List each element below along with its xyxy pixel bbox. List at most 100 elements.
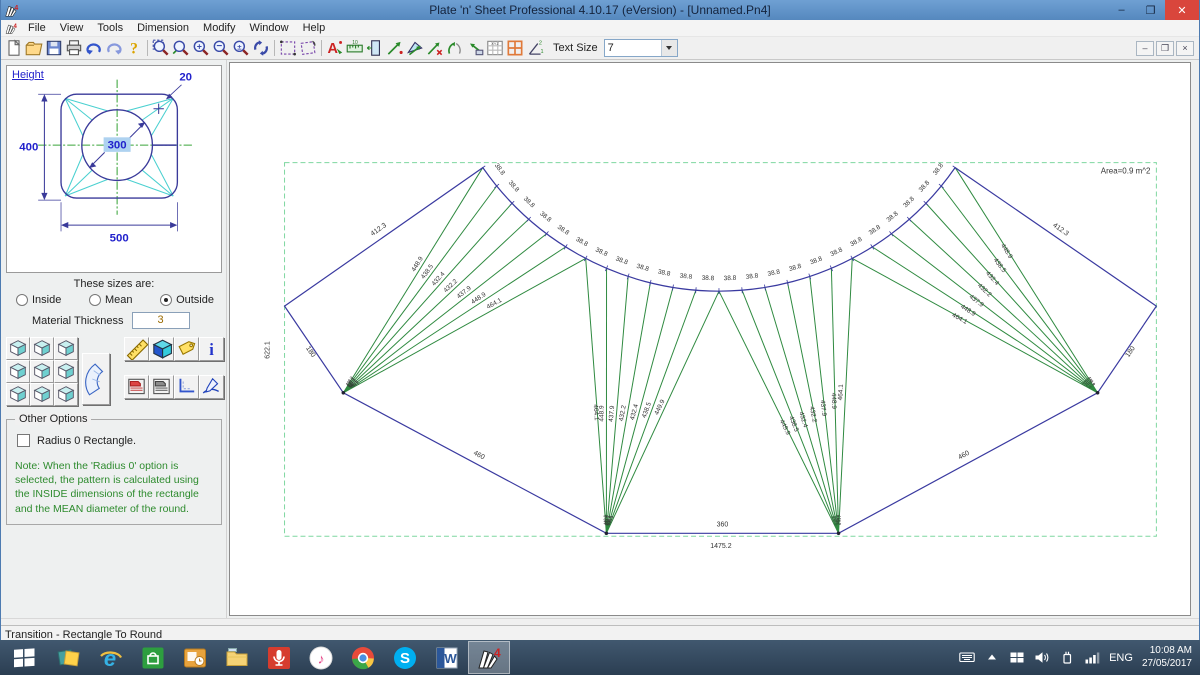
height-link[interactable]: Height: [12, 69, 44, 81]
view-iso-3-button[interactable]: [54, 337, 78, 360]
radio-outside[interactable]: Outside: [160, 294, 214, 306]
view-3d-button[interactable]: [149, 337, 174, 361]
print-pattern-button[interactable]: [124, 375, 149, 399]
label-tag-button[interactable]: [174, 337, 199, 361]
menu-window[interactable]: Window: [242, 21, 295, 35]
preview-dim-label: 500: [110, 233, 129, 245]
menu-view[interactable]: View: [53, 21, 91, 35]
taskbar-photos-button[interactable]: [48, 641, 90, 674]
information-button[interactable]: i: [199, 337, 224, 361]
dimension-point-button[interactable]: [385, 38, 405, 58]
taskbar-voice-recorder-button[interactable]: [258, 641, 300, 674]
view-iso-7-button[interactable]: [6, 383, 30, 406]
corner-detail-icon: [175, 376, 198, 398]
tray-language[interactable]: ENG: [1109, 652, 1133, 664]
select-window-button[interactable]: [278, 38, 298, 58]
open-file-button[interactable]: [24, 38, 44, 58]
dimension-label: 38.8: [701, 275, 714, 283]
taskbar-chrome-button[interactable]: [342, 641, 384, 674]
view-iso-6-button[interactable]: [54, 360, 78, 383]
zoom-window-button[interactable]: [151, 38, 171, 58]
zoom-previous-icon: [251, 38, 271, 58]
taskbar-windows-store-button[interactable]: [132, 641, 174, 674]
menu-app-icon[interactable]: 4: [4, 22, 18, 35]
zoom-scale-button[interactable]: ±: [231, 38, 251, 58]
radio-inside[interactable]: Inside: [16, 294, 61, 306]
view-iso-4-button[interactable]: [6, 360, 30, 383]
menu-help[interactable]: Help: [296, 21, 333, 35]
print-button[interactable]: [64, 38, 84, 58]
dimension-linear-button[interactable]: 10: [345, 38, 365, 58]
help-button[interactable]: ?: [124, 38, 144, 58]
view-iso-8-button[interactable]: [30, 383, 54, 406]
grid-toggle-button[interactable]: [505, 38, 525, 58]
view-iso-2-button[interactable]: [30, 337, 54, 360]
tray-network-icon[interactable]: [1084, 650, 1100, 665]
print-preview-button[interactable]: [149, 375, 174, 399]
pattern-development-view-button[interactable]: [82, 353, 110, 405]
taskbar-itunes-button[interactable]: ♪: [300, 641, 342, 674]
dimension-label: 38.8: [745, 272, 759, 281]
radio-mean[interactable]: Mean: [89, 294, 133, 306]
xyz-table-icon: XYZ: [485, 38, 505, 58]
menu-tools[interactable]: Tools: [90, 21, 130, 35]
taskbar-start-button[interactable]: [0, 641, 48, 674]
dimension-free-button[interactable]: [445, 38, 465, 58]
material-thickness-input[interactable]: 3: [132, 312, 190, 329]
tray-tray-expand-icon[interactable]: [984, 650, 1000, 665]
undo-button[interactable]: [84, 38, 104, 58]
taskbar-outlook-button[interactable]: [174, 641, 216, 674]
view-iso-1-button[interactable]: [6, 337, 30, 360]
svg-text:4: 4: [494, 646, 501, 660]
taskbar-word-button[interactable]: W: [426, 641, 468, 674]
print-pattern-icon: [125, 376, 148, 398]
menu-modify[interactable]: Modify: [196, 21, 242, 35]
dimension-surface-button[interactable]: [405, 38, 425, 58]
tray-date: 27/05/2017: [1142, 658, 1192, 671]
menu-file[interactable]: File: [21, 21, 53, 35]
taskbar-skype-button[interactable]: S: [384, 641, 426, 674]
view-iso-9-button[interactable]: [54, 383, 78, 406]
taskbar-file-explorer-button[interactable]: [216, 641, 258, 674]
mdi-restore-button[interactable]: ❐: [1156, 41, 1174, 56]
zoom-previous-button[interactable]: [251, 38, 271, 58]
menu-bar: 4FileViewToolsDimensionModifyWindowHelp: [1, 20, 1199, 37]
annotate-button[interactable]: [199, 375, 224, 399]
save-file-button[interactable]: [44, 38, 64, 58]
print-preview-icon: [150, 376, 173, 398]
mdi-close-button[interactable]: ×: [1176, 41, 1194, 56]
drawing-canvas[interactable]: 448.9448.9438.5438.5432.4432.4432.2432.2…: [229, 62, 1191, 616]
zoom-out-button[interactable]: −: [211, 38, 231, 58]
plate-n-sheet-icon: 4: [4, 22, 18, 35]
zoom-dynamic-button[interactable]: [171, 38, 191, 58]
dimension-side-button[interactable]: [365, 38, 385, 58]
tray-windows-icon[interactable]: [1009, 650, 1025, 665]
tray-volume-icon[interactable]: [1034, 650, 1050, 665]
close-button[interactable]: ✕: [1165, 0, 1199, 20]
tray-keyboard-icon[interactable]: [959, 650, 975, 665]
measure-button[interactable]: [124, 337, 149, 361]
angle-dimension-button[interactable]: 21: [525, 38, 545, 58]
windows-store-icon: [140, 645, 166, 671]
xyz-table-button[interactable]: XYZ: [485, 38, 505, 58]
taskbar-plate-n-sheet-button[interactable]: 4: [468, 641, 510, 674]
minimize-button[interactable]: –: [1107, 0, 1136, 20]
select-rotate-button[interactable]: [298, 38, 318, 58]
new-file-button[interactable]: [4, 38, 24, 58]
tray-power-icon[interactable]: [1059, 650, 1075, 665]
redo-button[interactable]: [104, 38, 124, 58]
view-iso-5-button[interactable]: [30, 360, 54, 383]
mdi-minimize-button[interactable]: –: [1136, 41, 1154, 56]
zoom-extents-button[interactable]: +: [191, 38, 211, 58]
radius0-checkbox[interactable]: [17, 434, 30, 447]
tray-clock[interactable]: 10:08 AM27/05/2017: [1142, 645, 1192, 670]
text-style-button[interactable]: A: [325, 38, 345, 58]
taskbar-internet-explorer-button[interactable]: e: [90, 641, 132, 674]
restore-button[interactable]: ❐: [1136, 0, 1165, 20]
corner-detail-button[interactable]: [174, 375, 199, 399]
text-size-dropdown[interactable]: 7: [604, 39, 678, 57]
dimension-leader-button[interactable]: [465, 38, 485, 58]
menu-dimension[interactable]: Dimension: [130, 21, 196, 35]
dimension-delete-button[interactable]: [425, 38, 445, 58]
measure-icon: [125, 338, 148, 360]
